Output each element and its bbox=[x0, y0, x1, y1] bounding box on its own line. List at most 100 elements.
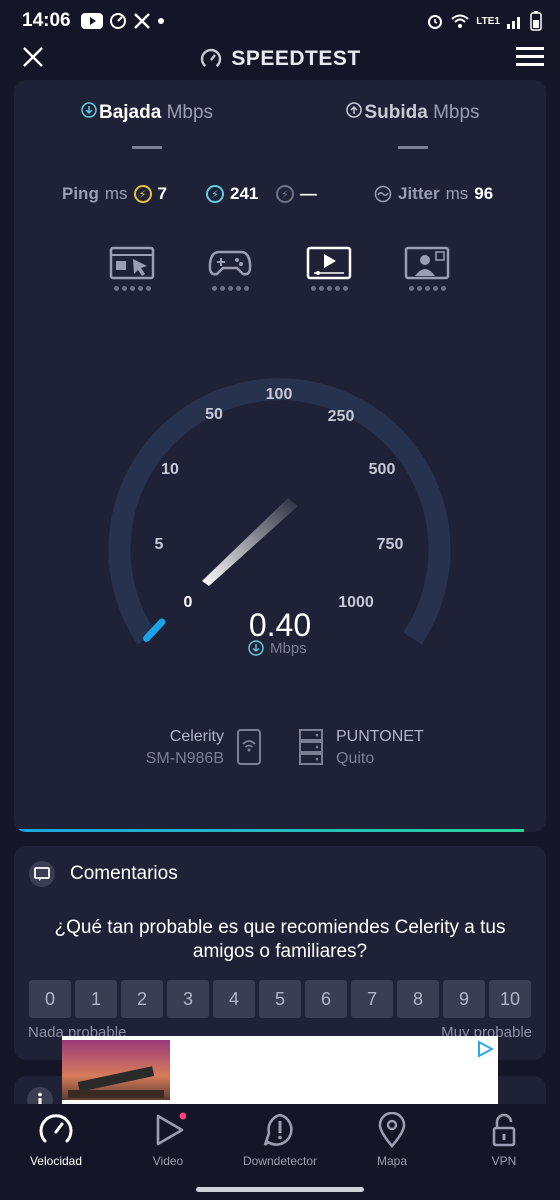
activity-video[interactable] bbox=[305, 246, 353, 291]
nav-item-vpn[interactable]: VPN bbox=[448, 1104, 560, 1200]
jitter-icon bbox=[374, 185, 392, 203]
gauge-tick-label: 0 bbox=[184, 594, 193, 611]
speed-unit-download-icon bbox=[248, 640, 264, 656]
speedtest-logo-icon bbox=[201, 48, 222, 70]
home-indicator[interactable] bbox=[196, 1187, 364, 1192]
ping-unit: ms bbox=[104, 184, 128, 203]
nav-label: Mapa bbox=[376, 1154, 408, 1168]
browser-icon bbox=[109, 246, 155, 280]
activity-gaming-rating bbox=[206, 286, 254, 291]
tab-upload-label: Subida bbox=[364, 102, 428, 123]
youtube-icon bbox=[80, 13, 103, 29]
phone-wifi-icon bbox=[237, 729, 261, 765]
tab-upload-unit: Mbps bbox=[433, 102, 480, 123]
tab-upload[interactable]: Subida Mbps bbox=[280, 102, 546, 149]
close-icon[interactable] bbox=[20, 44, 46, 70]
bottom-nav: Velocidad Video Downdetector Mapa VPN bbox=[0, 1104, 560, 1200]
rating-option[interactable]: 6 bbox=[305, 980, 347, 1018]
feedback-header: Comentarios bbox=[28, 860, 178, 888]
rating-option[interactable]: 4 bbox=[213, 980, 255, 1018]
menu-icon[interactable] bbox=[516, 46, 544, 68]
speed-gauge: 0 5 10 50 100 250 500 750 1000 0.40 Mbps bbox=[108, 378, 451, 657]
game-controller-icon bbox=[208, 250, 252, 276]
rating-option[interactable]: 7 bbox=[351, 980, 393, 1018]
activity-video-rating bbox=[305, 286, 353, 291]
rating-option[interactable]: 2 bbox=[121, 980, 163, 1018]
rating-option[interactable]: 0 bbox=[29, 980, 71, 1018]
ping-download-value: 241 bbox=[230, 184, 259, 203]
activity-video-call-rating bbox=[403, 286, 451, 291]
ad-image bbox=[62, 1040, 170, 1100]
page-title-text: SPEEDTEST bbox=[231, 47, 361, 70]
activity-row bbox=[14, 246, 546, 296]
x-logo-icon bbox=[133, 13, 150, 29]
gauge-tick-label: 5 bbox=[155, 536, 164, 553]
direction-tabs: Bajada Mbps Subida Mbps bbox=[14, 102, 546, 149]
ping-download: ⚡ 241 bbox=[206, 184, 258, 204]
jitter: Jitter ms 96 bbox=[374, 184, 493, 204]
server-icon bbox=[299, 729, 323, 765]
gauge-tick-label: 100 bbox=[266, 386, 293, 403]
current-speed-unit: Mbps bbox=[270, 640, 307, 657]
gauge-tick-label: 1000 bbox=[338, 594, 374, 611]
page-title: SPEEDTEST bbox=[199, 47, 360, 71]
app-header: SPEEDTEST bbox=[0, 42, 560, 76]
ping-label: Ping bbox=[62, 184, 99, 203]
status-notification-icons bbox=[80, 12, 165, 30]
gauge-tick-label: 10 bbox=[161, 461, 179, 478]
progress-line bbox=[14, 829, 524, 832]
tab-download[interactable]: Bajada Mbps bbox=[14, 102, 280, 149]
comment-icon bbox=[29, 861, 55, 887]
play-icon bbox=[156, 1112, 186, 1146]
gauge-tick-label: 750 bbox=[377, 536, 404, 553]
rating-option[interactable]: 8 bbox=[397, 980, 439, 1018]
speedtest-card: Bajada Mbps Subida Mbps Ping ms ⚡ 7 ⚡ 24… bbox=[14, 80, 546, 832]
gauge-needle bbox=[202, 498, 298, 586]
adchoices-icon[interactable] bbox=[476, 1040, 494, 1058]
nav-item-downdetector[interactable]: Downdetector bbox=[224, 1104, 336, 1200]
upload-arrow-icon bbox=[346, 102, 363, 118]
feedback-card: Comentarios ¿Qué tan probable es que rec… bbox=[14, 846, 546, 1060]
rating-option[interactable]: 10 bbox=[489, 980, 531, 1018]
ping-download-icon: ⚡ bbox=[206, 185, 224, 203]
rating-option[interactable]: 5 bbox=[259, 980, 301, 1018]
server-info: Celerity SM-N986B PUNTONET Quito bbox=[14, 726, 546, 770]
ping-idle-value: 7 bbox=[157, 184, 167, 203]
provider-device: SM-N986B bbox=[145, 750, 224, 767]
server-city: Quito bbox=[336, 750, 375, 767]
jitter-value: 96 bbox=[474, 184, 494, 203]
status-time: 14:06 bbox=[22, 10, 71, 31]
nav-label: Video bbox=[152, 1154, 184, 1168]
ad-banner[interactable] bbox=[62, 1036, 498, 1104]
gauge-tick-label: 250 bbox=[328, 408, 355, 425]
alarm-icon bbox=[428, 15, 443, 29]
network-type-label: LTE1 bbox=[476, 15, 500, 27]
battery-icon bbox=[530, 11, 542, 31]
video-call-icon bbox=[404, 246, 450, 280]
wifi-icon bbox=[451, 14, 469, 28]
tab-download-label: Bajada bbox=[98, 102, 162, 123]
provider-name: Celerity bbox=[169, 728, 224, 745]
provider-info: Celerity SM-N986B bbox=[146, 726, 224, 770]
rating-option[interactable]: 9 bbox=[443, 980, 485, 1018]
tab-download-unit: Mbps bbox=[166, 102, 214, 123]
nav-item-velocidad[interactable]: Velocidad bbox=[0, 1104, 112, 1200]
ping-upload-value: — bbox=[300, 184, 317, 203]
nav-item-video[interactable]: Video bbox=[112, 1104, 224, 1200]
activity-video-call[interactable] bbox=[403, 246, 451, 291]
rating-option[interactable]: 1 bbox=[75, 980, 117, 1018]
ping-upload: ⚡ — bbox=[276, 184, 317, 204]
jitter-label: Jitter bbox=[398, 184, 440, 203]
ping-idle-icon: ⚡ bbox=[133, 185, 152, 203]
feedback-question: ¿Qué tan probable es que recomiendes Cel… bbox=[54, 917, 506, 962]
map-pin-icon bbox=[378, 1112, 406, 1148]
rating-option[interactable]: 3 bbox=[167, 980, 209, 1018]
server-details[interactable]: PUNTONET Quito bbox=[336, 726, 424, 770]
activity-gaming[interactable] bbox=[206, 246, 254, 291]
activity-browsing-rating bbox=[108, 286, 156, 291]
ping-upload-icon: ⚡ bbox=[276, 185, 294, 203]
activity-browsing[interactable] bbox=[108, 246, 156, 291]
feedback-title: Comentarios bbox=[70, 863, 178, 884]
nav-item-mapa[interactable]: Mapa bbox=[336, 1104, 448, 1200]
app-root: 14:06 LTE1 SPEEDTEST Bajada Mbps Subida … bbox=[0, 0, 560, 1200]
